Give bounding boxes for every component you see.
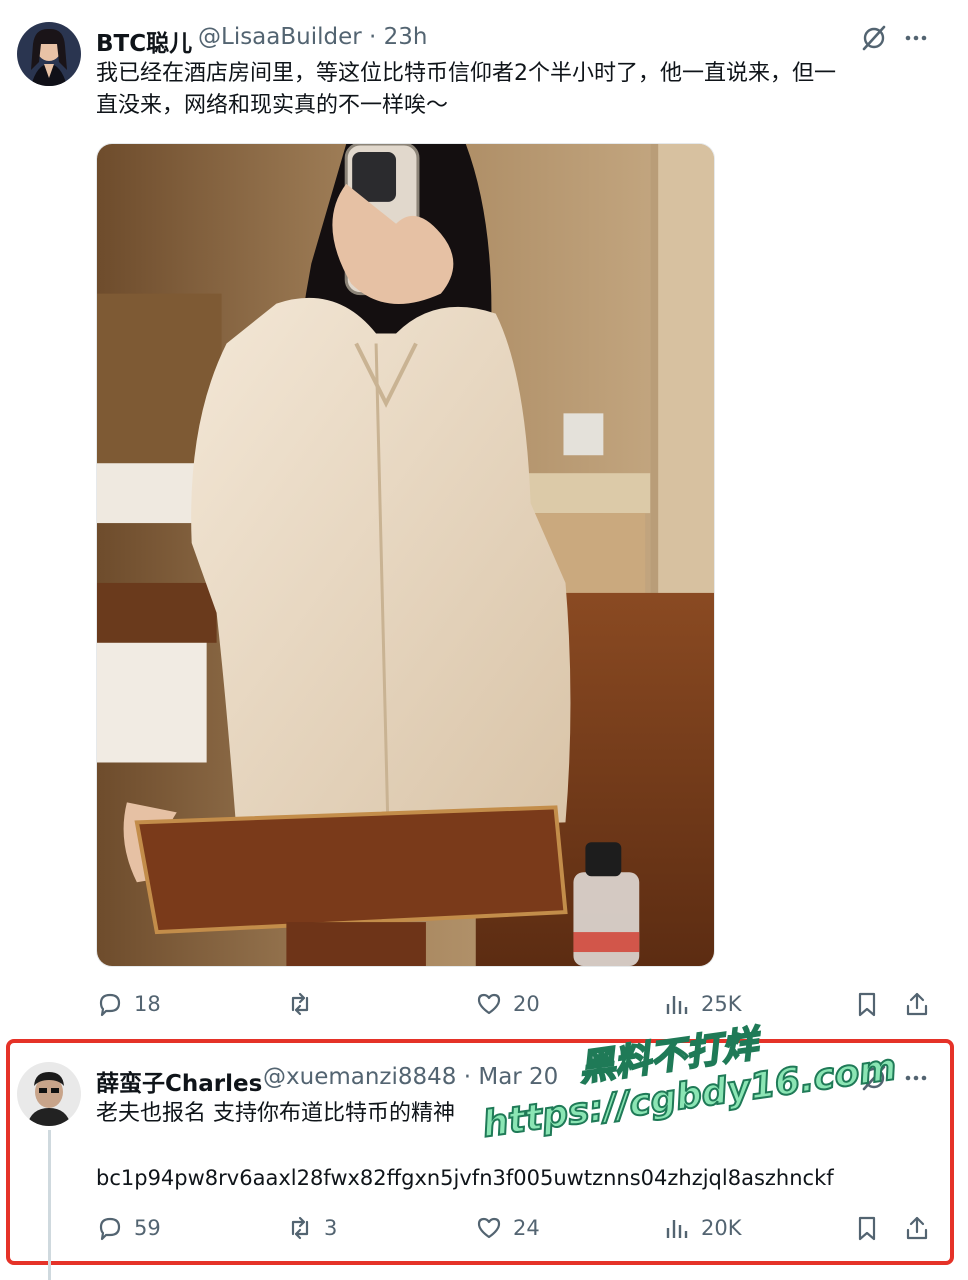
repost-count: 3 (324, 1216, 338, 1240)
repost-button[interactable]: 3 (286, 1214, 337, 1242)
btc-address: bc1p94pw8rv6aaxl28fwx82ffgxn5jvfn3f005uw… (96, 1166, 834, 1190)
reply-button[interactable]: 18 (96, 990, 161, 1018)
reply-button[interactable]: 59 (96, 1214, 161, 1242)
repost-button[interactable] (286, 990, 324, 1018)
post-avatar[interactable] (17, 22, 81, 86)
views-icon (666, 1220, 688, 1238)
reply-icon (99, 1217, 121, 1241)
reply-handle-time[interactable]: @xuemanzi8848 · Mar 20 (263, 1064, 558, 1090)
reply-author-name[interactable]: 薛蛮子Charles (96, 1064, 262, 1098)
like-button[interactable]: 24 (475, 1214, 540, 1242)
reply-count: 18 (134, 992, 161, 1016)
post-text: 我已经在酒店房间里，等这位比特币信仰者2个半小时了，他一直说来，但一 直没来，网… (96, 58, 926, 122)
share-icon[interactable] (901, 988, 933, 1020)
reply-icon (99, 993, 121, 1017)
post: BTC聪儿 @LisaaBuilder · 23h 我已经在酒店房间里，等这位比… (0, 0, 968, 1040)
reply-count: 59 (134, 1216, 161, 1240)
more-icon[interactable] (900, 1062, 932, 1094)
views-button[interactable]: 25K (663, 990, 742, 1018)
post-handle-time[interactable]: @LisaaBuilder · 23h (198, 24, 428, 50)
reply-avatar[interactable] (17, 1062, 81, 1126)
like-icon (477, 1217, 501, 1239)
like-icon (477, 993, 501, 1015)
views-icon (666, 996, 688, 1014)
views-count: 25K (701, 992, 742, 1016)
grok-icon[interactable] (858, 22, 890, 54)
bookmark-icon[interactable] (851, 988, 883, 1020)
repost-icon (291, 992, 309, 1016)
views-count: 20K (701, 1216, 742, 1240)
share-icon[interactable] (901, 1212, 933, 1244)
post-author-name[interactable]: BTC聪儿 (96, 24, 192, 58)
views-button[interactable]: 20K (663, 1214, 742, 1242)
like-count: 20 (513, 992, 540, 1016)
repost-icon (291, 1216, 309, 1240)
post-photo[interactable] (96, 143, 715, 967)
like-button[interactable]: 20 (475, 990, 540, 1018)
post-text-line: 直没来，网络和现实真的不一样唉～ (96, 93, 449, 118)
bookmark-icon[interactable] (851, 1212, 883, 1244)
like-count: 24 (513, 1216, 540, 1240)
post-text-line: 我已经在酒店房间里，等这位比特币信仰者2个半小时了，他一直说来，但一 (96, 61, 836, 86)
more-icon[interactable] (900, 22, 932, 54)
